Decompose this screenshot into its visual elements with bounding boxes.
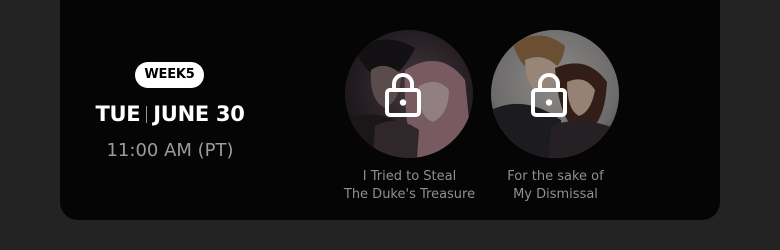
title-name-line2: The Duke's Treasure <box>343 187 476 202</box>
release-card: WEEK5 TUE JUNE 30 11:00 AM (PT) I Tried … <box>60 0 720 220</box>
release-schedule: WEEK5 TUE JUNE 30 11:00 AM (PT) <box>60 0 280 220</box>
week-badge: WEEK5 <box>135 62 204 88</box>
title-name[interactable]: I Tried to Steal The Duke's Treasure <box>332 168 487 204</box>
title-name[interactable]: For the sake of My Dismissal <box>478 168 633 204</box>
lock-icon <box>385 73 421 117</box>
title-item-steal-dukes-treasure[interactable]: I Tried to Steal The Duke's Treasure <box>332 28 477 208</box>
release-date: TUE JUNE 30 <box>60 100 280 128</box>
date-separator <box>146 106 148 123</box>
release-time: 11:00 AM (PT) <box>106 140 234 161</box>
title-cover[interactable] <box>491 30 619 158</box>
release-day: TUE <box>95 102 141 126</box>
release-month-day: JUNE 30 <box>153 102 245 126</box>
lock-icon <box>531 73 567 117</box>
title-name-line1: I Tried to Steal <box>362 169 457 184</box>
title-name-line1: For the sake of <box>507 169 604 184</box>
title-item-sake-of-dismissal[interactable]: For the sake of My Dismissal <box>478 28 623 208</box>
title-name-line2: My Dismissal <box>513 187 598 202</box>
title-cover[interactable] <box>345 30 473 158</box>
